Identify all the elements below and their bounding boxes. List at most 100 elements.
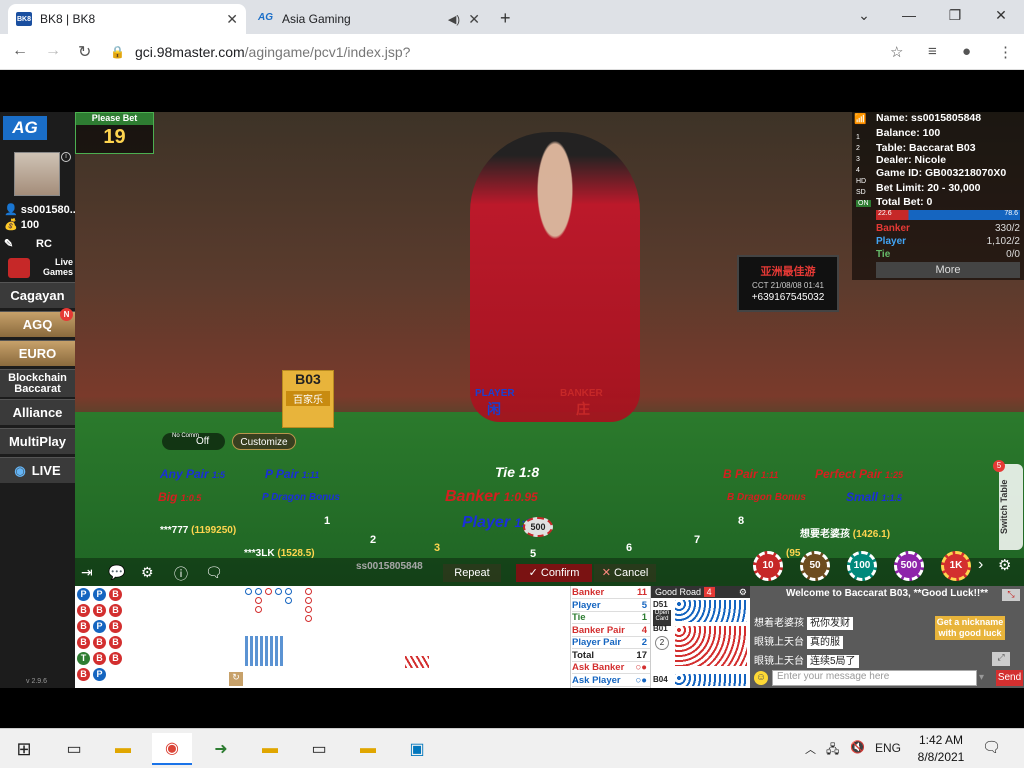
sidebar-item-alliance[interactable]: Alliance — [0, 399, 75, 425]
terminal-icon[interactable]: ▭ — [54, 733, 94, 765]
chip-500[interactable]: 500 — [894, 551, 924, 581]
info-icon[interactable]: i — [61, 152, 71, 162]
chip-10[interactable]: 10 — [753, 551, 783, 581]
terminal-icon[interactable]: ▭ — [299, 733, 339, 765]
app-arrow-icon[interactable]: ➜ — [201, 733, 241, 765]
cockroach-road — [405, 656, 429, 668]
bet-p-dragon-bonus[interactable]: P Dragon Bonus — [262, 492, 340, 503]
minimize-button[interactable]: — — [886, 0, 932, 30]
info-circle-icon[interactable]: ⓘ — [174, 564, 188, 584]
sidebar-item-euro[interactable]: EURO — [0, 340, 75, 366]
windows-start-icon[interactable]: ⊞ — [4, 733, 44, 765]
chat-input[interactable]: Enter your message here — [772, 670, 977, 686]
help-chat-icon[interactable]: 🗨 — [205, 564, 223, 581]
reload-icon[interactable]: ↻ — [78, 42, 91, 62]
bet-tie[interactable]: Tie 1:8 — [495, 464, 539, 480]
good-road-table[interactable]: D51 — [653, 600, 668, 609]
good-road-table[interactable]: B01 — [653, 624, 668, 633]
file-explorer-icon[interactable]: ▬ — [103, 733, 143, 765]
bet-banker[interactable]: Banker 1:0.95 — [445, 488, 538, 506]
bet-b-dragon-bonus[interactable]: B Dragon Bonus — [727, 492, 806, 503]
language-indicator[interactable]: ENG — [875, 741, 901, 755]
maximize-button[interactable]: ❐ — [932, 0, 978, 30]
chat-welcome: Welcome to Baccarat B03, **Good Luck!!** — [785, 588, 989, 599]
x-icon: ✕ — [601, 567, 615, 579]
stat-row: Player 5 — [572, 600, 650, 612]
send-button[interactable]: Send — [996, 670, 1023, 686]
get-nickname-button[interactable]: Get a nickname with good luck — [935, 616, 1005, 640]
road-toggle-icon[interactable]: ↻ — [229, 672, 243, 686]
big-road — [245, 588, 325, 628]
tab-bk8[interactable]: BK8 BK8 | BK8 ✕ — [8, 4, 246, 34]
bead: B — [109, 588, 122, 601]
forward-arrow-icon[interactable]: → — [45, 42, 61, 60]
stat-row[interactable]: Ask Player ○● — [572, 675, 650, 687]
bet-any-pair[interactable]: Any Pair 1:5 — [160, 467, 225, 481]
chat-dropdown-icon[interactable]: ▾ — [979, 672, 984, 683]
back-arrow-icon[interactable]: ← — [12, 42, 28, 60]
more-button[interactable]: More — [876, 262, 1020, 278]
sidebar-item-agq[interactable]: AGQ N — [0, 308, 75, 337]
good-road-settings-icon[interactable]: ⚙ — [739, 586, 747, 598]
bet-player[interactable]: Player 1:1 — [462, 514, 532, 532]
chrome-icon[interactable]: ◉ — [152, 733, 192, 765]
bet-big[interactable]: Big 1:0.5 — [158, 490, 201, 504]
sidebar-item-cagayan[interactable]: Cagayan — [0, 282, 75, 308]
folder-icon[interactable]: ▬ — [348, 733, 388, 765]
media-control-icon[interactable]: ≡ — [928, 43, 937, 60]
sidebar: AG i 👤 ss001580... 💰 100 ✎ RC Live Games… — [0, 112, 79, 688]
chip-1k[interactable]: 1K — [941, 551, 971, 581]
bet-perfect-pair[interactable]: Perfect Pair 1:25 — [815, 467, 903, 481]
speaker-icon[interactable]: ◀) — [448, 13, 460, 26]
stat-value: 11 — [636, 587, 647, 598]
bet-p-pair[interactable]: P Pair 1:11 — [265, 467, 319, 481]
edit-icon[interactable]: ✎ — [4, 237, 13, 250]
chip-50[interactable]: 50 — [800, 551, 830, 581]
cancel-button[interactable]: ✕ Cancel — [594, 564, 656, 582]
settings-gear-icon[interactable]: ⚙ — [141, 564, 154, 581]
no-commission-toggle[interactable]: No Comm Off — [162, 433, 225, 450]
close-window-button[interactable]: ✕ — [978, 0, 1024, 30]
expand-chat-icon[interactable]: ⤢ — [992, 652, 1010, 666]
chevron-right-icon[interactable]: › — [978, 556, 983, 574]
repeat-button[interactable]: Repeat — [443, 564, 501, 582]
avatar[interactable] — [14, 152, 60, 196]
exit-icon[interactable]: ⇥ — [81, 564, 93, 581]
confirm-button[interactable]: ✓ Confirm — [516, 564, 592, 582]
app-window-icon[interactable]: ▣ — [397, 733, 437, 765]
address-bar[interactable]: 🔒 gci.98master.com/agingame/pcv1/index.j… — [110, 39, 920, 65]
switch-table-tab[interactable]: Switch Table — [999, 464, 1023, 550]
good-road-table[interactable]: B04 — [653, 675, 668, 684]
sign-title: 亚洲最佳游 — [760, 266, 816, 278]
stat-row[interactable]: Ask Banker ○● — [572, 662, 650, 674]
dealer-figure — [470, 132, 640, 422]
clock[interactable]: 1:42 AM 8/8/2021 — [906, 732, 976, 766]
sidebar-item-live[interactable]: ◉ LIVE — [0, 457, 75, 483]
close-tab-icon[interactable]: ✕ — [226, 11, 238, 28]
menu-kebab-icon[interactable]: ⋮ — [998, 43, 1013, 61]
tab-search-icon[interactable]: ⌄ — [842, 0, 886, 30]
tab-asia-gaming[interactable]: AG Asia Gaming ◀) ✕ — [250, 4, 488, 34]
sidebar-item-blockchain[interactable]: Blockchain Baccarat — [0, 369, 75, 397]
emoji-icon[interactable]: ☺ — [754, 671, 768, 685]
chip-settings-icon[interactable]: ⚙ — [998, 556, 1011, 574]
customize-button[interactable]: Customize — [232, 433, 296, 450]
info-bet-limit: Bet Limit: 20 - 30,000 — [876, 182, 981, 194]
sidebar-item-multiplay[interactable]: MultiPlay — [0, 428, 75, 454]
browser-toolbar: ← → ↻ 🔒 gci.98master.com/agingame/pcv1/i… — [0, 34, 1024, 70]
chat-collapse-icon[interactable]: ⤡ — [1002, 589, 1020, 601]
volume-icon[interactable]: 🔇 — [850, 740, 865, 754]
profile-icon[interactable]: ● — [962, 43, 971, 60]
network-icon[interactable]: 🖧 — [826, 740, 839, 761]
notification-icon[interactable]: 🗨 — [982, 738, 1001, 756]
chevron-up-icon[interactable]: ︿ — [805, 741, 816, 757]
bet-small[interactable]: Small 1:1.5 — [846, 490, 902, 504]
close-tab-icon[interactable]: ✕ — [468, 11, 480, 28]
live-games-icon — [8, 258, 30, 278]
chip-100[interactable]: 100 — [847, 551, 877, 581]
chat-bubble-icon[interactable]: 💬 — [108, 564, 125, 581]
folder-icon[interactable]: ▬ — [250, 733, 290, 765]
bet-b-pair[interactable]: B Pair 1:11 — [723, 467, 778, 481]
bookmark-star-icon[interactable]: ☆ — [890, 43, 903, 61]
new-tab-button[interactable]: + — [500, 8, 511, 29]
